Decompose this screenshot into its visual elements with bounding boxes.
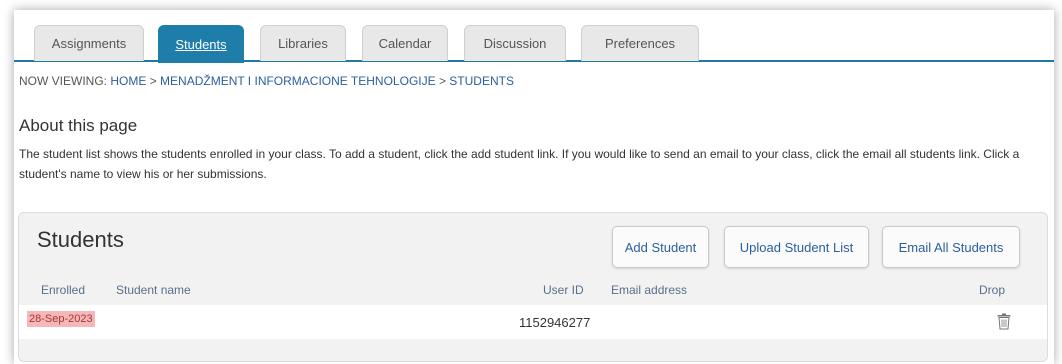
column-header-student-name[interactable]: Student name	[116, 283, 191, 297]
user-id: 1152946277	[519, 315, 591, 330]
students-panel-title: Students	[37, 227, 124, 252]
tab-libraries[interactable]: Libraries	[260, 25, 346, 61]
about-title: About this page	[19, 116, 138, 135]
add-student-button[interactable]: Add Student	[612, 226, 709, 268]
column-header-user-id[interactable]: User ID	[543, 283, 584, 297]
table-row: 28-Sep-2023 1152946277	[19, 305, 1047, 339]
breadcrumb: NOW VIEWING: HOME > MENADŽMENT I INFORMA…	[19, 74, 514, 88]
email-all-students-button[interactable]: Email All Students	[882, 226, 1020, 268]
breadcrumb-current: STUDENTS	[449, 74, 514, 88]
column-header-drop: Drop	[979, 283, 1006, 297]
tab-calendar[interactable]: Calendar	[362, 25, 448, 61]
enrolled-date: 28-Sep-2023	[27, 311, 95, 327]
column-header-enrolled[interactable]: Enrolled	[41, 283, 85, 297]
students-panel: Students Add Student Upload Student List…	[18, 212, 1048, 362]
breadcrumb-prefix: NOW VIEWING:	[19, 74, 111, 88]
about-text: The student list shows the students enro…	[19, 147, 1020, 181]
column-header-email[interactable]: Email address	[611, 283, 687, 297]
tab-discussion[interactable]: Discussion	[464, 25, 566, 61]
upload-student-list-button[interactable]: Upload Student List	[724, 226, 869, 268]
breadcrumb-course[interactable]: MENADŽMENT I INFORMACIONE TEHNOLOGIJE	[160, 74, 436, 88]
trash-icon[interactable]	[997, 313, 1011, 330]
app-window: Assignments Students Libraries Calendar …	[14, 10, 1054, 364]
tab-assignments[interactable]: Assignments	[34, 25, 144, 61]
tab-bar: Assignments Students Libraries Calendar …	[14, 10, 1054, 63]
breadcrumb-separator: >	[435, 74, 450, 88]
breadcrumb-separator: >	[146, 74, 161, 88]
tab-preferences[interactable]: Preferences	[581, 25, 699, 61]
breadcrumb-home[interactable]: HOME	[110, 74, 146, 88]
tab-students[interactable]: Students	[158, 25, 244, 63]
